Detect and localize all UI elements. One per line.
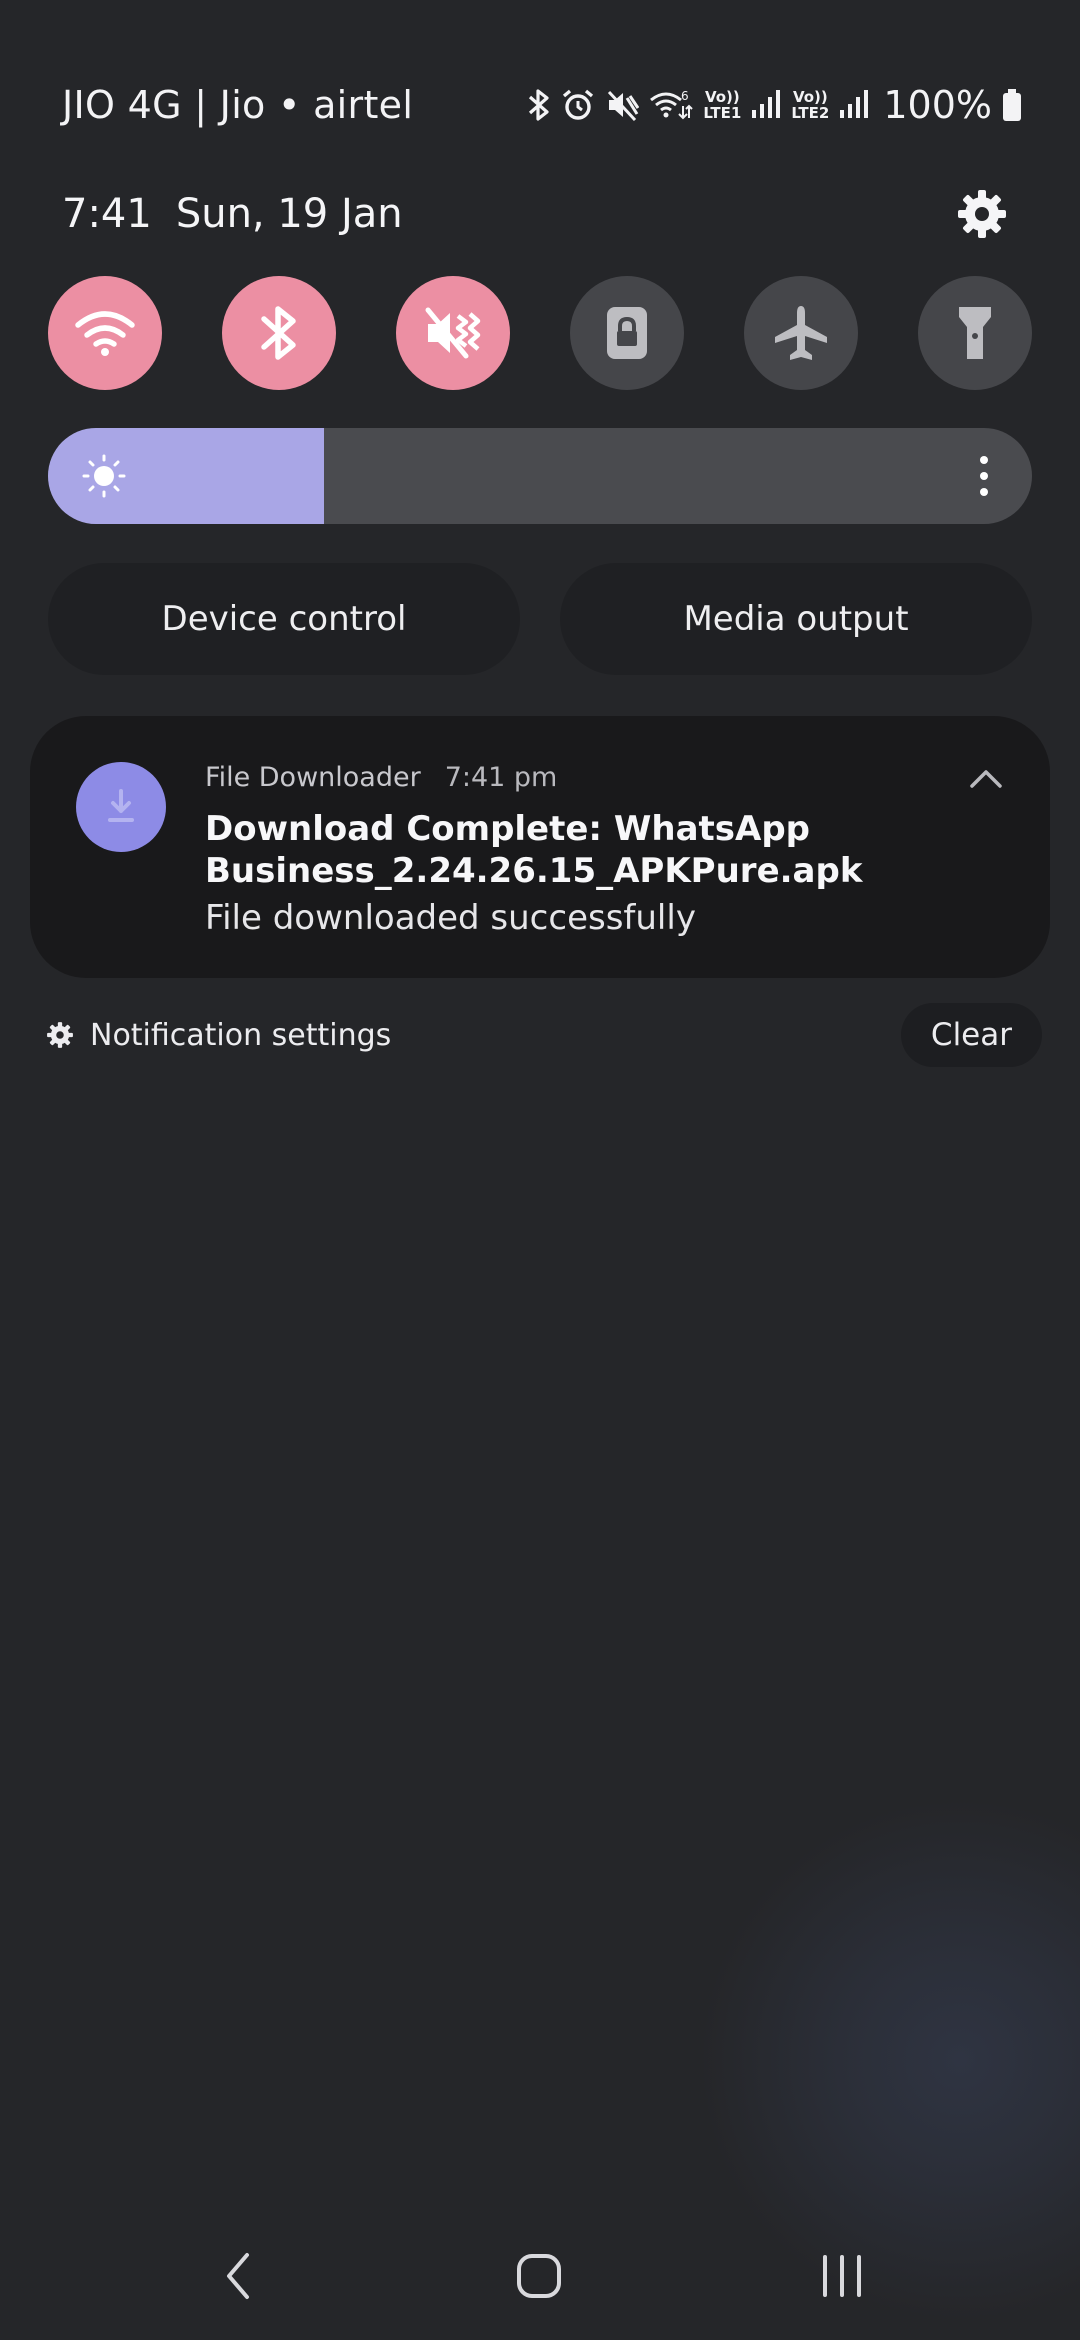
navigation-bar bbox=[0, 2230, 1080, 2320]
vibrate-mute-icon bbox=[425, 307, 481, 359]
home-button[interactable] bbox=[509, 2248, 569, 2304]
brightness-slider[interactable] bbox=[48, 428, 1032, 524]
tile-bluetooth[interactable] bbox=[222, 276, 336, 390]
status-bar: JIO 4G | Jio • airtel 6 Vo)) LTE1 Vo)) L… bbox=[62, 78, 1022, 132]
notification-app-name: File Downloader bbox=[205, 762, 421, 793]
notification-card[interactable]: File Downloader 7:41 pm Download Complet… bbox=[30, 716, 1050, 978]
sim2-volte-label: Vo)) LTE2 bbox=[791, 88, 830, 122]
tile-rotation-lock[interactable] bbox=[570, 276, 684, 390]
gear-icon bbox=[958, 190, 1006, 238]
lock-icon bbox=[607, 307, 647, 359]
bluetooth-icon bbox=[529, 89, 549, 121]
download-icon bbox=[108, 789, 134, 822]
status-icons: 6 Vo)) LTE1 Vo)) LTE2 100% bbox=[527, 78, 1022, 132]
mute-icon bbox=[608, 90, 640, 122]
wifi-icon bbox=[75, 311, 135, 356]
carrier-label: JIO 4G | Jio • airtel bbox=[62, 83, 414, 127]
notification-app-icon bbox=[76, 762, 166, 852]
gear-icon bbox=[47, 1022, 73, 1048]
notification-shade: JIO 4G | Jio • airtel 6 Vo)) LTE1 Vo)) L… bbox=[0, 0, 1080, 2340]
home-icon bbox=[517, 2254, 561, 2298]
date-label: Sun, 19 Jan bbox=[175, 191, 403, 237]
notification-settings-label: Notification settings bbox=[90, 1017, 392, 1053]
chevron-up-icon[interactable] bbox=[968, 766, 1004, 790]
notification-time: 7:41 pm bbox=[444, 762, 558, 793]
signal-icon bbox=[752, 90, 781, 118]
battery-percentage: 100% bbox=[883, 83, 992, 127]
notification-title: Download Complete: WhatsApp Business_2.2… bbox=[205, 808, 965, 892]
settings-button[interactable] bbox=[952, 184, 1012, 244]
tile-sound[interactable] bbox=[396, 276, 510, 390]
signal-icon bbox=[840, 90, 869, 118]
device-control-button[interactable]: Device control bbox=[48, 563, 520, 675]
sim1-volte-label: Vo)) LTE1 bbox=[703, 88, 742, 122]
tile-wifi[interactable] bbox=[48, 276, 162, 390]
sun-icon bbox=[82, 454, 126, 498]
tile-airplane-mode[interactable] bbox=[744, 276, 858, 390]
alarm-icon bbox=[563, 89, 594, 120]
clock-time: 7:41 bbox=[62, 191, 152, 237]
notification-footer: Notification settings Clear bbox=[46, 1003, 1042, 1067]
notification-settings-button[interactable]: Notification settings bbox=[46, 1018, 391, 1053]
notification-meta: File Downloader 7:41 pm bbox=[205, 762, 557, 793]
wifi-6-icon: 6 bbox=[650, 89, 694, 120]
clear-button[interactable]: Clear bbox=[900, 1003, 1042, 1067]
tile-torch[interactable] bbox=[918, 276, 1032, 390]
notification-title-line: Business_2.24.26.15_APKPure.apk bbox=[205, 851, 863, 891]
date-row: 7:41 Sun, 19 Jan bbox=[62, 182, 1012, 246]
flashlight-icon bbox=[959, 307, 991, 359]
quick-settings-tiles bbox=[48, 276, 1032, 390]
recents-button[interactable] bbox=[812, 2248, 872, 2304]
back-icon bbox=[227, 2253, 249, 2299]
battery-icon bbox=[1003, 89, 1021, 121]
media-output-button[interactable]: Media output bbox=[560, 563, 1032, 675]
back-button[interactable] bbox=[208, 2248, 268, 2304]
svg-text:6: 6 bbox=[681, 89, 689, 103]
notification-title-line: Download Complete: WhatsApp bbox=[205, 809, 810, 849]
shortcut-buttons: Device control Media output bbox=[48, 563, 1032, 675]
bluetooth-icon bbox=[261, 306, 296, 360]
more-options-icon[interactable] bbox=[974, 452, 994, 500]
airplane-icon bbox=[775, 306, 827, 360]
recents-icon bbox=[823, 2255, 861, 2297]
clock-date[interactable]: 7:41 Sun, 19 Jan bbox=[62, 191, 403, 237]
notification-body: File downloaded successfully bbox=[205, 898, 696, 938]
